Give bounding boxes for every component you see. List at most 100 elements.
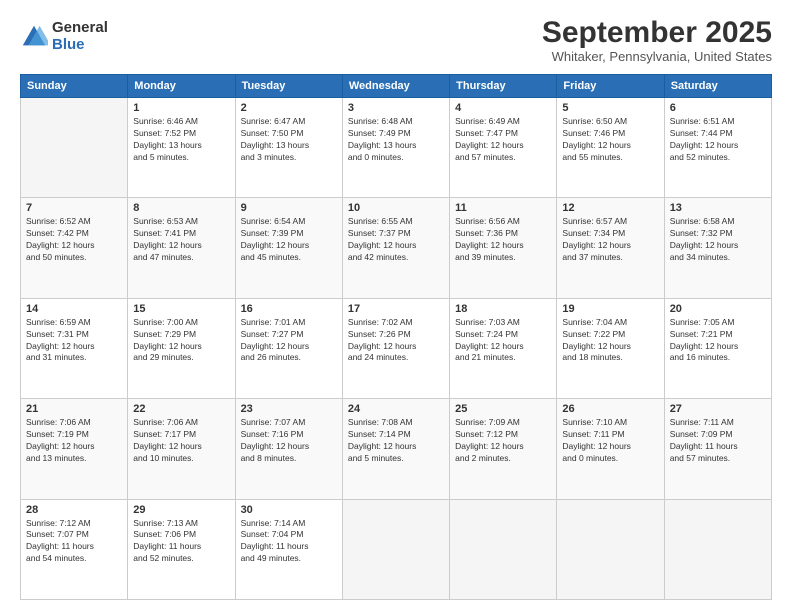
- day-of-week-sunday: Sunday: [21, 75, 128, 98]
- calendar-cell: 15Sunrise: 7:00 AM Sunset: 7:29 PM Dayli…: [128, 298, 235, 398]
- day-info: Sunrise: 6:56 AM Sunset: 7:36 PM Dayligh…: [455, 216, 551, 264]
- day-info: Sunrise: 7:09 AM Sunset: 7:12 PM Dayligh…: [455, 417, 551, 465]
- calendar-week-4: 21 Sunrise: 7:06 AM Sunset: 7:19 PM Dayli…: [21, 399, 772, 499]
- calendar-body: 1Sunrise: 6:46 AM Sunset: 7:52 PM Daylig…: [21, 98, 772, 600]
- day-info: Sunrise: 6:55 AM Sunset: 7:37 PM Dayligh…: [348, 216, 444, 264]
- calendar-cell: 23 Sunrise: 7:07 AM Sunset: 7:16 PM Dayli…: [235, 399, 342, 499]
- day-number: 30: [241, 504, 337, 516]
- calendar-cell: 22 Sunrise: 7:06 AM Sunset: 7:17 PM Dayli…: [128, 399, 235, 499]
- day-of-week-friday: Friday: [557, 75, 664, 98]
- calendar-week-1: 1Sunrise: 6:46 AM Sunset: 7:52 PM Daylig…: [21, 98, 772, 198]
- day-number: 7: [26, 202, 122, 214]
- calendar-cell: 7 Sunrise: 6:52 AM Sunset: 7:42 PM Daylig…: [21, 198, 128, 298]
- day-number: 18: [455, 303, 551, 315]
- calendar-cell: 18 Sunrise: 7:03 AM Sunset: 7:24 PM Dayli…: [450, 298, 557, 398]
- day-number: 29: [133, 504, 229, 516]
- day-of-week-saturday: Saturday: [664, 75, 771, 98]
- page: General Blue September 2025 Whitaker, Pe…: [0, 0, 792, 612]
- calendar-cell: 29 Sunrise: 7:13 AM Sunset: 7:06 PM Dayli…: [128, 499, 235, 599]
- day-number: 12: [562, 202, 658, 214]
- day-info: Sunrise: 7:06 AM Sunset: 7:17 PM Dayligh…: [133, 417, 229, 465]
- calendar-cell: 26 Sunrise: 7:10 AM Sunset: 7:11 PM Dayli…: [557, 399, 664, 499]
- calendar-cell: [21, 98, 128, 198]
- day-number: 25: [455, 403, 551, 415]
- day-info: Sunrise: 6:54 AM Sunset: 7:39 PM Dayligh…: [241, 216, 337, 264]
- day-number: 19: [562, 303, 658, 315]
- calendar-cell: 2Sunrise: 6:47 AM Sunset: 7:50 PM Daylig…: [235, 98, 342, 198]
- logo-icon: [20, 23, 48, 51]
- day-number: 16: [241, 303, 337, 315]
- calendar-cell: 8 Sunrise: 6:53 AM Sunset: 7:41 PM Daylig…: [128, 198, 235, 298]
- day-number: 13: [670, 202, 766, 214]
- day-info: Sunrise: 6:47 AM Sunset: 7:50 PM Dayligh…: [241, 116, 337, 164]
- logo-general: General: [52, 20, 108, 37]
- month-title: September 2025: [542, 16, 772, 49]
- calendar-cell: 12 Sunrise: 6:57 AM Sunset: 7:34 PM Dayli…: [557, 198, 664, 298]
- calendar-header: SundayMondayTuesdayWednesdayThursdayFrid…: [21, 75, 772, 98]
- day-number: 21: [26, 403, 122, 415]
- calendar-cell: 4 Sunrise: 6:49 AM Sunset: 7:47 PM Daylig…: [450, 98, 557, 198]
- calendar-cell: [664, 499, 771, 599]
- title-block: September 2025 Whitaker, Pennsylvania, U…: [542, 16, 772, 64]
- day-of-week-wednesday: Wednesday: [342, 75, 449, 98]
- day-info: Sunrise: 6:49 AM Sunset: 7:47 PM Dayligh…: [455, 116, 551, 164]
- logo: General Blue: [20, 20, 108, 53]
- calendar-week-2: 7 Sunrise: 6:52 AM Sunset: 7:42 PM Daylig…: [21, 198, 772, 298]
- day-info: Sunrise: 7:02 AM Sunset: 7:26 PM Dayligh…: [348, 317, 444, 365]
- day-number: 26: [562, 403, 658, 415]
- calendar-week-3: 14Sunrise: 6:59 AM Sunset: 7:31 PM Dayli…: [21, 298, 772, 398]
- day-number: 28: [26, 504, 122, 516]
- day-info: Sunrise: 6:57 AM Sunset: 7:34 PM Dayligh…: [562, 216, 658, 264]
- calendar-cell: 17Sunrise: 7:02 AM Sunset: 7:26 PM Dayli…: [342, 298, 449, 398]
- calendar-cell: 3Sunrise: 6:48 AM Sunset: 7:49 PM Daylig…: [342, 98, 449, 198]
- calendar-cell: 27Sunrise: 7:11 AM Sunset: 7:09 PM Dayli…: [664, 399, 771, 499]
- calendar-cell: 14Sunrise: 6:59 AM Sunset: 7:31 PM Dayli…: [21, 298, 128, 398]
- day-info: Sunrise: 7:14 AM Sunset: 7:04 PM Dayligh…: [241, 518, 337, 566]
- calendar-cell: 11 Sunrise: 6:56 AM Sunset: 7:36 PM Dayli…: [450, 198, 557, 298]
- day-info: Sunrise: 7:10 AM Sunset: 7:11 PM Dayligh…: [562, 417, 658, 465]
- day-number: 5: [562, 102, 658, 114]
- location: Whitaker, Pennsylvania, United States: [542, 49, 772, 64]
- day-info: Sunrise: 7:13 AM Sunset: 7:06 PM Dayligh…: [133, 518, 229, 566]
- calendar-cell: 6Sunrise: 6:51 AM Sunset: 7:44 PM Daylig…: [664, 98, 771, 198]
- day-number: 6: [670, 102, 766, 114]
- day-number: 4: [455, 102, 551, 114]
- day-of-week-monday: Monday: [128, 75, 235, 98]
- calendar-cell: 10 Sunrise: 6:55 AM Sunset: 7:37 PM Dayli…: [342, 198, 449, 298]
- day-number: 3: [348, 102, 444, 114]
- header: General Blue September 2025 Whitaker, Pe…: [20, 16, 772, 64]
- calendar-cell: 21 Sunrise: 7:06 AM Sunset: 7:19 PM Dayli…: [21, 399, 128, 499]
- day-info: Sunrise: 7:08 AM Sunset: 7:14 PM Dayligh…: [348, 417, 444, 465]
- day-info: Sunrise: 7:01 AM Sunset: 7:27 PM Dayligh…: [241, 317, 337, 365]
- day-info: Sunrise: 7:03 AM Sunset: 7:24 PM Dayligh…: [455, 317, 551, 365]
- calendar-cell: 9 Sunrise: 6:54 AM Sunset: 7:39 PM Daylig…: [235, 198, 342, 298]
- day-number: 20: [670, 303, 766, 315]
- calendar-table: SundayMondayTuesdayWednesdayThursdayFrid…: [20, 74, 772, 600]
- calendar-cell: [342, 499, 449, 599]
- day-info: Sunrise: 7:06 AM Sunset: 7:19 PM Dayligh…: [26, 417, 122, 465]
- calendar-cell: 5Sunrise: 6:50 AM Sunset: 7:46 PM Daylig…: [557, 98, 664, 198]
- day-info: Sunrise: 7:12 AM Sunset: 7:07 PM Dayligh…: [26, 518, 122, 566]
- calendar-cell: 20 Sunrise: 7:05 AM Sunset: 7:21 PM Dayli…: [664, 298, 771, 398]
- day-number: 11: [455, 202, 551, 214]
- calendar-cell: 25 Sunrise: 7:09 AM Sunset: 7:12 PM Dayli…: [450, 399, 557, 499]
- day-number: 14: [26, 303, 122, 315]
- day-of-week-tuesday: Tuesday: [235, 75, 342, 98]
- calendar-cell: [450, 499, 557, 599]
- day-info: Sunrise: 6:52 AM Sunset: 7:42 PM Dayligh…: [26, 216, 122, 264]
- day-number: 8: [133, 202, 229, 214]
- calendar-cell: 30 Sunrise: 7:14 AM Sunset: 7:04 PM Dayli…: [235, 499, 342, 599]
- day-number: 23: [241, 403, 337, 415]
- day-number: 15: [133, 303, 229, 315]
- day-number: 9: [241, 202, 337, 214]
- day-number: 10: [348, 202, 444, 214]
- day-of-week-thursday: Thursday: [450, 75, 557, 98]
- calendar-cell: 16 Sunrise: 7:01 AM Sunset: 7:27 PM Dayli…: [235, 298, 342, 398]
- logo-blue: Blue: [52, 37, 108, 54]
- day-info: Sunrise: 7:07 AM Sunset: 7:16 PM Dayligh…: [241, 417, 337, 465]
- day-info: Sunrise: 6:53 AM Sunset: 7:41 PM Dayligh…: [133, 216, 229, 264]
- day-info: Sunrise: 7:05 AM Sunset: 7:21 PM Dayligh…: [670, 317, 766, 365]
- day-info: Sunrise: 6:58 AM Sunset: 7:32 PM Dayligh…: [670, 216, 766, 264]
- calendar-cell: 19Sunrise: 7:04 AM Sunset: 7:22 PM Dayli…: [557, 298, 664, 398]
- day-number: 22: [133, 403, 229, 415]
